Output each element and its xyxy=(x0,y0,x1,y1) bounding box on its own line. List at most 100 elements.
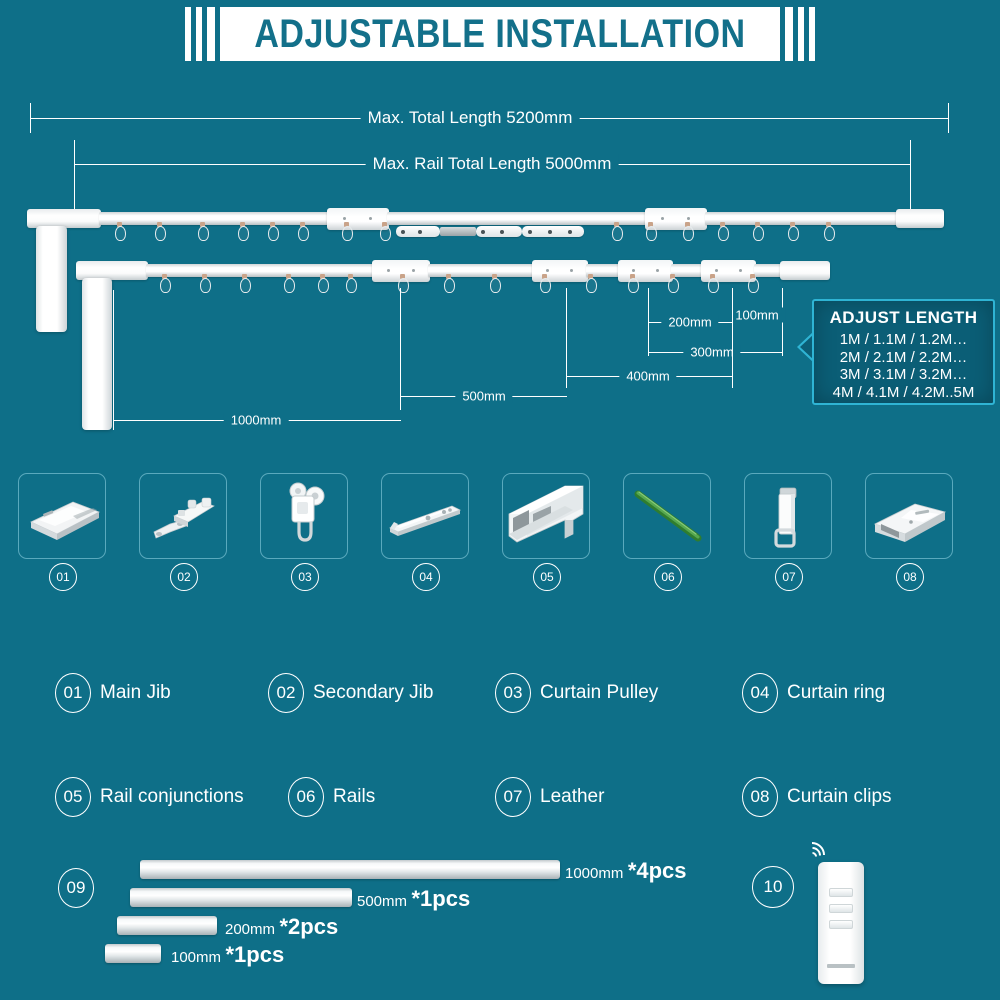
rail-size-200: 200mm xyxy=(225,921,276,938)
hook xyxy=(668,274,679,293)
hook xyxy=(540,274,551,293)
curtain-ring-icon xyxy=(388,505,462,536)
hook xyxy=(155,222,166,241)
hook xyxy=(198,222,209,241)
part-thumb-04 xyxy=(381,473,469,559)
remote-control[interactable] xyxy=(818,862,864,984)
remote-button-down[interactable] xyxy=(829,920,853,929)
part-cell-04: 04 xyxy=(381,473,471,591)
legend-item-10: 10 xyxy=(752,866,794,908)
hook xyxy=(708,274,719,293)
curtain-pulley-icon xyxy=(289,482,325,542)
hook xyxy=(490,274,501,293)
upper-belt-box-right xyxy=(476,226,522,237)
infographic-page: ADJUSTABLE INSTALLATION Max. Total Lengt… xyxy=(0,0,1000,1000)
part-thumb-03 xyxy=(260,473,348,559)
rail-size-500: 500mm xyxy=(357,893,408,910)
rail-label-1000mm: 1000mm *4pcs xyxy=(565,858,687,884)
rail-bar-1000mm xyxy=(140,860,560,879)
dim-1000-left-tick xyxy=(113,290,114,430)
part-thumb-07 xyxy=(744,473,832,559)
hook xyxy=(683,222,694,241)
legend-num-08: 08 xyxy=(742,777,778,817)
hook xyxy=(268,222,279,241)
dim-1000-label: 1000mm xyxy=(223,412,289,428)
rail-qty-500: *1pcs xyxy=(411,886,471,911)
leather-icon xyxy=(774,487,797,548)
upper-belt-box-far xyxy=(522,226,584,237)
hook xyxy=(718,222,729,241)
legend-num-04: 04 xyxy=(742,673,778,713)
part-num-06: 06 xyxy=(654,563,682,591)
rails-icon xyxy=(634,490,702,542)
lower-rail-segment-5 xyxy=(754,264,782,277)
adjust-card-title: ADJUST LENGTH xyxy=(829,308,978,327)
legend-label-05: Rail conjunctions xyxy=(100,786,244,807)
upper-rail-segment-1 xyxy=(99,212,329,225)
hook xyxy=(628,274,639,293)
legend-label-06: Rails xyxy=(333,786,376,807)
title-plate: ADJUSTABLE INSTALLATION xyxy=(220,7,780,61)
hook xyxy=(824,222,835,241)
legend-label-02: Secondary Jib xyxy=(313,682,434,703)
legend-num-05: 05 xyxy=(55,777,91,817)
hook xyxy=(346,274,357,293)
remote-button-stop[interactable] xyxy=(829,904,853,913)
upper-rail-segment-2 xyxy=(387,212,647,225)
hook xyxy=(298,222,309,241)
adjust-card-line-1: 1M / 1.1M / 1.2M… xyxy=(839,331,968,348)
dim-rail-left-tick xyxy=(74,140,75,218)
rail-bar-200mm xyxy=(117,916,217,935)
adjust-length-card: ADJUST LENGTH 1M / 1.1M / 1.2M… 2M / 2.1… xyxy=(812,299,995,405)
part-thumb-08 xyxy=(865,473,953,559)
hook xyxy=(646,222,657,241)
legend-item-03: 03 Curtain Pulley xyxy=(495,673,658,713)
hook xyxy=(240,274,251,293)
legend-label-03: Curtain Pulley xyxy=(540,682,659,703)
dim-400-label: 400mm xyxy=(619,368,677,384)
legend-item-07: 07 Leather xyxy=(495,777,604,817)
title-stripe-right-1 xyxy=(785,7,793,61)
part-num-07: 07 xyxy=(775,563,803,591)
hook xyxy=(753,222,764,241)
lower-rail-motor xyxy=(82,278,112,430)
hook xyxy=(788,222,799,241)
wifi-signal-icon xyxy=(793,836,831,874)
rail-label-200mm: 200mm *2pcs xyxy=(225,914,338,940)
dim-total-label: Max. Total Length 5200mm xyxy=(360,108,580,128)
legend-item-01: 01 Main Jib xyxy=(55,673,171,713)
legend-item-02: 02 Secondary Jib xyxy=(268,673,433,713)
hook xyxy=(342,222,353,241)
hook xyxy=(380,222,391,241)
legend-num-07: 07 xyxy=(495,777,531,817)
legend-item-08: 08 Curtain clips xyxy=(742,777,892,817)
dim-200-label: 200mm xyxy=(661,314,719,330)
rail-qty-1000: *4pcs xyxy=(627,858,687,883)
rail-label-100mm: 100mm *1pcs xyxy=(171,942,284,968)
part-cell-05: 05 xyxy=(502,473,592,591)
legend-num-10: 10 xyxy=(752,866,794,908)
legend-label-01: Main Jib xyxy=(100,682,171,703)
legend-item-04: 04 Curtain ring xyxy=(742,673,885,713)
remote-button-up[interactable] xyxy=(829,888,853,897)
curtain-clips-icon xyxy=(873,503,947,542)
rail-size-1000: 1000mm xyxy=(565,865,624,882)
part-thumb-06 xyxy=(623,473,711,559)
legend-num-06: 06 xyxy=(288,777,324,817)
parts-thumbnail-row: 01 02 03 04 05 06 07 08 xyxy=(18,473,982,591)
adjust-card-line-2: 2M / 2.1M / 2.2M… xyxy=(839,348,968,366)
rail-qty-100: *1pcs xyxy=(225,942,285,967)
dim-rail-right-tick xyxy=(910,140,911,218)
lower-rail-segment-1 xyxy=(146,264,374,277)
rail-label-500mm: 500mm *1pcs xyxy=(357,886,470,912)
hook xyxy=(115,222,126,241)
legend-label-07: Leather xyxy=(540,786,605,807)
dim-400-left-tick xyxy=(566,288,567,388)
adjust-card-line-4: 4M / 4.1M / 4.2M..5M xyxy=(832,383,975,401)
title-stripe-right-3 xyxy=(809,7,815,61)
legend-num-01: 01 xyxy=(55,673,91,713)
upper-rail-motor xyxy=(36,226,67,332)
upper-belt-bar-left xyxy=(440,227,476,236)
hook xyxy=(200,274,211,293)
upper-rail-right-cap xyxy=(896,209,944,228)
